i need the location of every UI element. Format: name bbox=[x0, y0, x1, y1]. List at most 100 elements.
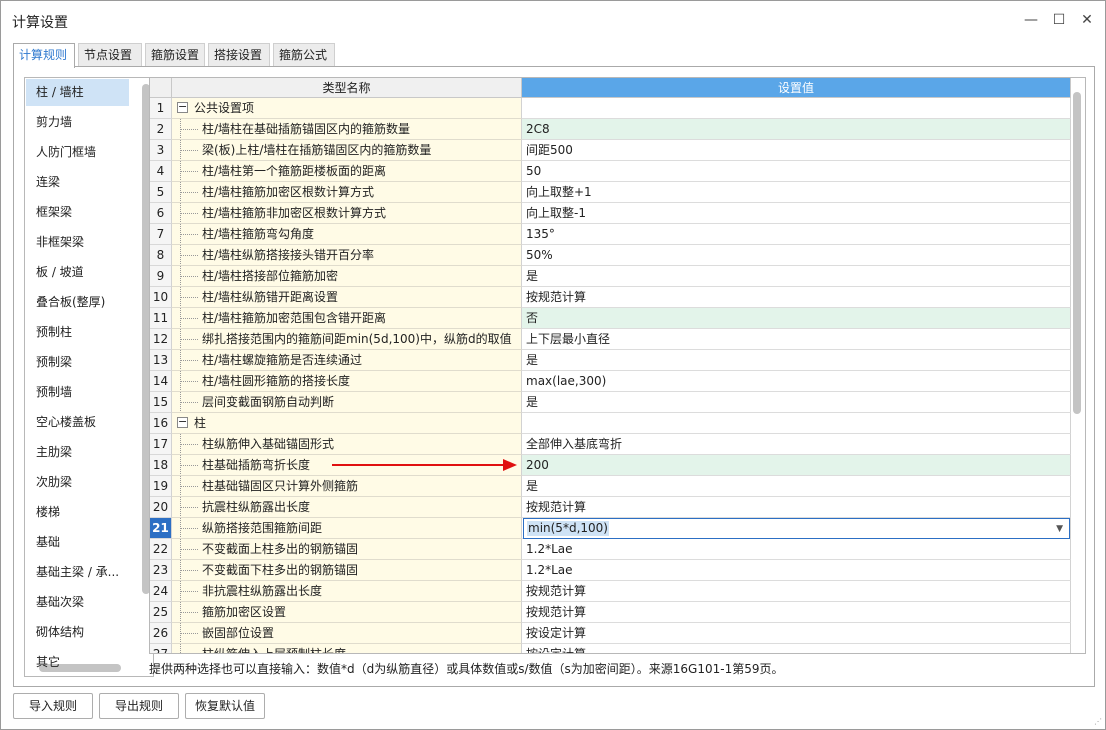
sidebar-item-11[interactable]: 空心楼盖板 bbox=[26, 409, 129, 436]
table-row[interactable]: 10 柱/墙柱纵筋错开距离设置 按规范计算 bbox=[150, 287, 1071, 308]
row-number[interactable]: 15 bbox=[150, 392, 172, 413]
type-name-cell[interactable]: 柱/墙柱螺旋箍筋是否连续通过 bbox=[172, 350, 522, 371]
sidebar-item-7[interactable]: 叠合板(整厚) bbox=[26, 289, 129, 316]
type-name-cell[interactable]: 柱/墙柱纵筋错开距离设置 bbox=[172, 287, 522, 308]
row-number[interactable]: 24 bbox=[150, 581, 172, 602]
type-name-cell[interactable]: 箍筋加密区设置 bbox=[172, 602, 522, 623]
tab-3[interactable]: 搭接设置 bbox=[208, 43, 270, 67]
type-name-cell[interactable]: 绑扎搭接范围内的箍筋间距min(5d,100)中，纵筋d的取值 bbox=[172, 329, 522, 350]
tab-1[interactable]: 节点设置 bbox=[78, 43, 142, 67]
setting-value-cell[interactable]: 1.2*Lae bbox=[522, 560, 1071, 581]
setting-value-cell[interactable]: 全部伸入基底弯折 bbox=[522, 434, 1071, 455]
table-row[interactable]: 18 柱基础插筋弯折长度 200 bbox=[150, 455, 1071, 476]
table-row[interactable]: 26 嵌固部位设置 按设定计算 bbox=[150, 623, 1071, 644]
type-name-cell[interactable]: 纵筋搭接范围箍筋间距 bbox=[172, 518, 522, 539]
table-row[interactable]: 15 层间变截面钢筋自动判断 是 bbox=[150, 392, 1071, 413]
chevron-down-icon[interactable]: ▼ bbox=[1056, 519, 1063, 540]
table-row[interactable]: 20 抗震柱纵筋露出长度 按规范计算 bbox=[150, 497, 1071, 518]
row-number[interactable]: 9 bbox=[150, 266, 172, 287]
table-row[interactable]: 27 柱纵筋伸入上层预制柱长度 按设定计算 bbox=[150, 644, 1071, 653]
table-row[interactable]: 23 不变截面下柱多出的钢筋锚固 1.2*Lae bbox=[150, 560, 1071, 581]
row-number[interactable]: 14 bbox=[150, 371, 172, 392]
export-rules-button[interactable]: 导出规则 bbox=[99, 693, 179, 719]
type-name-cell[interactable]: 柱/墙柱箍筋弯勾角度 bbox=[172, 224, 522, 245]
tab-0[interactable]: 计算规则 bbox=[13, 43, 75, 68]
row-number[interactable]: 17 bbox=[150, 434, 172, 455]
row-number[interactable]: 27 bbox=[150, 644, 172, 653]
row-number[interactable]: 16 bbox=[150, 413, 172, 434]
type-name-cell[interactable]: 柱/墙柱搭接部位箍筋加密 bbox=[172, 266, 522, 287]
close-button[interactable]: ✕ bbox=[1076, 9, 1098, 31]
table-row[interactable]: 5 柱/墙柱箍筋加密区根数计算方式 向上取整+1 bbox=[150, 182, 1071, 203]
table-row[interactable]: 4 柱/墙柱第一个箍筋距楼板面的距离 50 bbox=[150, 161, 1071, 182]
resize-grip-icon[interactable]: ⋰ bbox=[1094, 717, 1102, 726]
row-number[interactable]: 1 bbox=[150, 98, 172, 119]
type-name-cell[interactable]: 层间变截面钢筋自动判断 bbox=[172, 392, 522, 413]
table-row[interactable]: 19 柱基础锚固区只计算外侧箍筋 是 bbox=[150, 476, 1071, 497]
tab-2[interactable]: 箍筋设置 bbox=[145, 43, 205, 67]
sidebar-item-17[interactable]: 基础次梁 bbox=[26, 589, 129, 616]
setting-value-cell[interactable]: 50% bbox=[522, 245, 1071, 266]
type-name-cell[interactable]: 柱/墙柱纵筋搭接接头错开百分率 bbox=[172, 245, 522, 266]
table-row[interactable]: 16− 柱 bbox=[150, 413, 1071, 434]
sidebar-item-9[interactable]: 预制梁 bbox=[26, 349, 129, 376]
row-number[interactable]: 12 bbox=[150, 329, 172, 350]
setting-value-cell[interactable]: 按规范计算 bbox=[522, 602, 1071, 623]
setting-value-cell[interactable]: 向上取整+1 bbox=[522, 182, 1071, 203]
row-number[interactable]: 23 bbox=[150, 560, 172, 581]
table-row[interactable]: 12 绑扎搭接范围内的箍筋间距min(5d,100)中，纵筋d的取值 上下层最小直径 bbox=[150, 329, 1071, 350]
sidebar-item-13[interactable]: 次肋梁 bbox=[26, 469, 129, 496]
type-name-cell[interactable]: 抗震柱纵筋露出长度 bbox=[172, 497, 522, 518]
type-name-cell[interactable]: 柱/墙柱箍筋加密范围包含错开距离 bbox=[172, 308, 522, 329]
sidebar-item-3[interactable]: 连梁 bbox=[26, 169, 129, 196]
setting-value-cell[interactable]: 200 bbox=[522, 455, 1071, 476]
sidebar-item-15[interactable]: 基础 bbox=[26, 529, 129, 556]
grid-vertical-scrollbar[interactable] bbox=[1073, 92, 1081, 414]
type-name-cell[interactable]: 梁(板)上柱/墙柱在插筋锚固区内的箍筋数量 bbox=[172, 140, 522, 161]
setting-value-cell[interactable]: 是 bbox=[522, 266, 1071, 287]
setting-value-combo[interactable]: min(5*d,100) ▼ bbox=[523, 518, 1070, 539]
row-number[interactable]: 21 bbox=[150, 518, 172, 539]
setting-value-cell[interactable]: 按设定计算 bbox=[522, 644, 1071, 653]
row-number[interactable]: 18 bbox=[150, 455, 172, 476]
sidebar-item-14[interactable]: 楼梯 bbox=[26, 499, 129, 526]
type-name-cell[interactable]: 柱纵筋伸入基础锚固形式 bbox=[172, 434, 522, 455]
type-name-cell[interactable]: 柱/墙柱箍筋加密区根数计算方式 bbox=[172, 182, 522, 203]
type-name-cell[interactable]: 不变截面上柱多出的钢筋锚固 bbox=[172, 539, 522, 560]
column-header-setting-value[interactable]: 设置值 bbox=[522, 78, 1071, 98]
row-number[interactable]: 10 bbox=[150, 287, 172, 308]
setting-value-cell[interactable]: 间距500 bbox=[522, 140, 1071, 161]
sidebar-item-5[interactable]: 非框架梁 bbox=[26, 229, 129, 256]
setting-value-cell[interactable]: 50 bbox=[522, 161, 1071, 182]
row-number[interactable]: 8 bbox=[150, 245, 172, 266]
table-row[interactable]: 8 柱/墙柱纵筋搭接接头错开百分率 50% bbox=[150, 245, 1071, 266]
setting-value-cell[interactable]: 1.2*Lae bbox=[522, 539, 1071, 560]
row-number[interactable]: 11 bbox=[150, 308, 172, 329]
setting-value-cell[interactable]: 否 bbox=[522, 308, 1071, 329]
sidebar-item-18[interactable]: 砌体结构 bbox=[26, 619, 129, 646]
setting-value-cell[interactable] bbox=[522, 413, 1071, 434]
table-row[interactable]: 11 柱/墙柱箍筋加密范围包含错开距离 否 bbox=[150, 308, 1071, 329]
row-number[interactable]: 6 bbox=[150, 203, 172, 224]
table-row[interactable]: 7 柱/墙柱箍筋弯勾角度 135° bbox=[150, 224, 1071, 245]
setting-value-cell[interactable]: 上下层最小直径 bbox=[522, 329, 1071, 350]
setting-value-cell[interactable]: 按规范计算 bbox=[522, 497, 1071, 518]
setting-value-cell[interactable]: 按规范计算 bbox=[522, 581, 1071, 602]
table-row[interactable]: 1− 公共设置项 bbox=[150, 98, 1071, 119]
sidebar-item-12[interactable]: 主肋梁 bbox=[26, 439, 129, 466]
maximize-button[interactable]: ☐ bbox=[1048, 9, 1070, 31]
sidebar-item-1[interactable]: 剪力墙 bbox=[26, 109, 129, 136]
import-rules-button[interactable]: 导入规则 bbox=[13, 693, 93, 719]
table-row[interactable]: 22 不变截面上柱多出的钢筋锚固 1.2*Lae bbox=[150, 539, 1071, 560]
table-row[interactable]: 25 箍筋加密区设置 按规范计算 bbox=[150, 602, 1071, 623]
table-row[interactable]: 6 柱/墙柱箍筋非加密区根数计算方式 向上取整-1 bbox=[150, 203, 1071, 224]
row-number[interactable]: 5 bbox=[150, 182, 172, 203]
row-number[interactable]: 3 bbox=[150, 140, 172, 161]
type-name-cell[interactable]: 柱/墙柱在基础插筋锚固区内的箍筋数量 bbox=[172, 119, 522, 140]
table-row[interactable]: 3 梁(板)上柱/墙柱在插筋锚固区内的箍筋数量 间距500 bbox=[150, 140, 1071, 161]
setting-value-cell[interactable]: 向上取整-1 bbox=[522, 203, 1071, 224]
setting-value-cell[interactable] bbox=[522, 98, 1071, 119]
setting-value-cell[interactable]: 是 bbox=[522, 392, 1071, 413]
minus-box-icon[interactable]: − bbox=[177, 416, 188, 428]
row-number[interactable]: 26 bbox=[150, 623, 172, 644]
